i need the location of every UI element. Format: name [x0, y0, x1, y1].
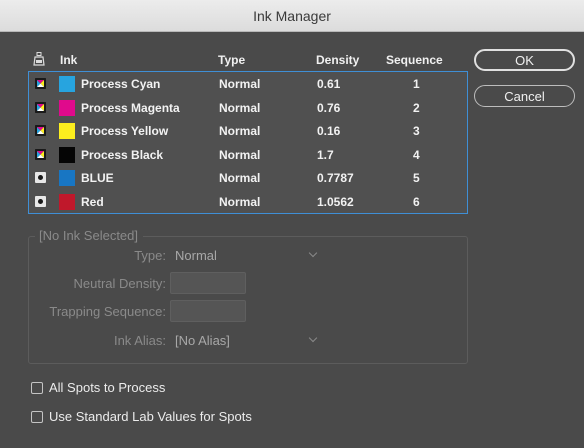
ink-type: Normal — [219, 194, 261, 209]
ink-name: Process Yellow — [81, 124, 169, 138]
type-select[interactable]: Normal — [170, 245, 324, 267]
ok-button[interactable]: OK — [474, 49, 575, 71]
chevron-down-icon — [308, 333, 318, 343]
ink-name: Red — [81, 194, 104, 209]
ink-swatch — [59, 170, 75, 186]
chevron-down-icon — [308, 248, 318, 258]
ink-sequence: 1 — [413, 77, 420, 91]
spot-ink-icon — [35, 195, 46, 207]
ink-type: Normal — [219, 171, 261, 185]
table-row[interactable]: BLUE Normal 0.7787 5 — [29, 166, 467, 190]
ink-list: Process Cyan Normal 0.61 1 Process Magen… — [28, 71, 468, 214]
ink-type: Normal — [219, 100, 261, 115]
ink-name: Process Black — [81, 147, 164, 162]
table-row[interactable]: Red Normal 1.0562 6 — [29, 190, 467, 214]
ink-alias-select[interactable]: [No Alias] — [170, 330, 324, 352]
table-row[interactable]: Process Cyan Normal 0.61 1 — [29, 72, 467, 96]
type-select-value: Normal — [175, 248, 217, 263]
neutral-density-field[interactable] — [170, 272, 246, 294]
ink-alias-select-value: [No Alias] — [175, 333, 230, 348]
selected-ink-title: [No Ink Selected] — [35, 228, 143, 243]
ink-swatch — [59, 123, 75, 139]
all-spots-to-process-checkbox[interactable] — [31, 382, 43, 394]
column-sequence[interactable]: Sequence — [386, 53, 443, 67]
ink-sequence: 3 — [413, 124, 420, 138]
title-bar: Ink Manager — [0, 0, 584, 32]
table-row[interactable]: Process Black Normal 1.7 4 — [29, 143, 467, 167]
ink-density: 0.61 — [317, 77, 341, 91]
ink-sequence: 2 — [413, 100, 420, 115]
ink-swatch — [59, 193, 75, 210]
ink-density: 1.0562 — [317, 194, 354, 209]
ink-sequence: 5 — [413, 171, 420, 185]
column-type[interactable]: Type — [218, 53, 245, 67]
ink-type: Normal — [219, 147, 261, 162]
spot-ink-icon — [35, 172, 46, 183]
ink-sequence: 6 — [413, 194, 420, 209]
ink-swatch — [59, 76, 75, 92]
table-header: Ink Type Density Sequence — [28, 48, 468, 72]
trapping-sequence-label: Trapping Sequence: — [49, 304, 166, 319]
ink-density: 1.7 — [317, 147, 334, 162]
all-spots-to-process-label[interactable]: All Spots to Process — [49, 380, 165, 395]
process-ink-icon — [35, 125, 46, 136]
ink-swatch — [59, 146, 75, 163]
ink-density: 0.16 — [317, 124, 341, 138]
neutral-density-label: Neutral Density: — [73, 276, 166, 291]
ink-sequence: 4 — [413, 147, 420, 162]
ink-name: Process Cyan — [81, 77, 161, 91]
ink-table: Ink Type Density Sequence Process Cyan N… — [28, 48, 468, 214]
process-ink-icon — [35, 78, 46, 89]
table-row[interactable]: Process Yellow Normal 0.16 3 — [29, 119, 467, 143]
column-density[interactable]: Density — [316, 53, 359, 67]
ink-alias-label: Ink Alias: — [113, 333, 166, 348]
trapping-sequence-field[interactable] — [170, 300, 246, 322]
window-title: Ink Manager — [253, 7, 331, 24]
ink-type: Normal — [219, 124, 261, 138]
ink-swatch — [59, 99, 75, 116]
process-ink-icon — [35, 101, 46, 113]
cancel-button[interactable]: Cancel — [474, 85, 575, 107]
ink-type: Normal — [219, 77, 261, 91]
table-row[interactable]: Process Magenta Normal 0.76 2 — [29, 96, 467, 120]
type-label: Type: — [134, 248, 166, 263]
use-standard-lab-checkbox[interactable] — [31, 411, 43, 423]
ink-icon — [33, 52, 45, 66]
ink-density: 0.76 — [317, 100, 341, 115]
process-ink-icon — [35, 148, 46, 160]
ink-name: Process Magenta — [81, 100, 180, 115]
use-standard-lab-label[interactable]: Use Standard Lab Values for Spots — [49, 409, 252, 424]
ink-density: 0.7787 — [317, 171, 354, 185]
ink-name: BLUE — [81, 171, 114, 185]
column-ink[interactable]: Ink — [60, 53, 77, 67]
